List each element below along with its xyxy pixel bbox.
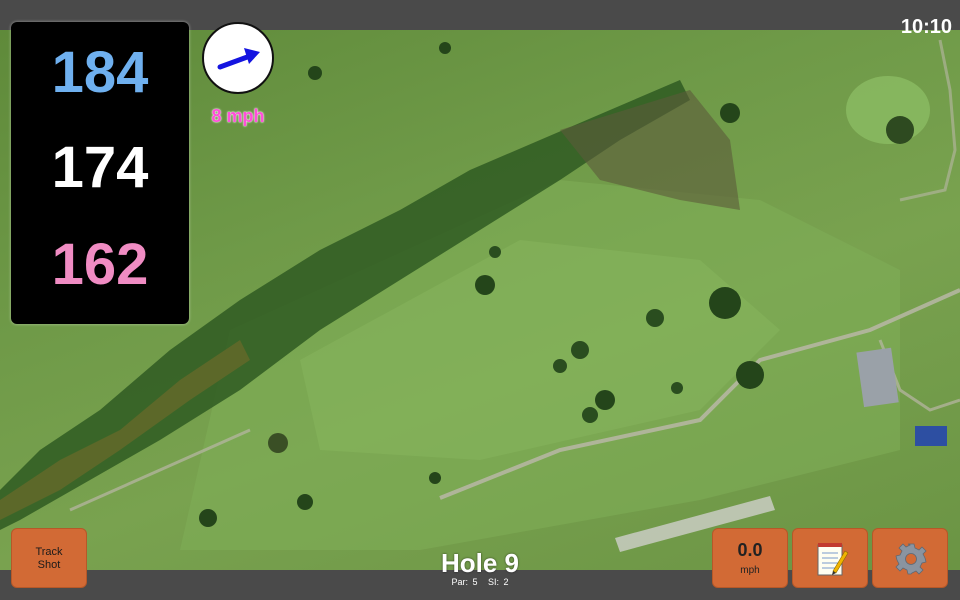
distance-panel: 184 174 162 [11, 22, 189, 324]
hole-par: Par: 5 [451, 577, 478, 587]
distance-back: 184 [51, 40, 149, 105]
distance-front: 162 [51, 232, 149, 297]
wind-direction-arrow-icon [217, 48, 260, 70]
wind-direction-indicator [202, 22, 274, 94]
wind-speed-button[interactable]: 0.0 mph [712, 528, 788, 588]
settings-button[interactable] [872, 528, 948, 588]
gear-icon [895, 543, 927, 575]
wind-button-value: 0.0 [737, 540, 763, 560]
notes-button[interactable] [792, 528, 868, 588]
track-shot-label-line1: Track [35, 546, 63, 558]
wind-speed-label: 8 mph [211, 106, 265, 126]
wind-button-unit: mph [740, 565, 760, 576]
distance-middle: 174 [51, 135, 149, 200]
hole-title: Hole 9 [440, 548, 520, 578]
hole-info: Par: 5 SI: 2 [380, 577, 580, 588]
track-shot-button[interactable]: Track Shot [11, 528, 87, 588]
track-shot-label-line2: Shot [37, 559, 61, 571]
notepad-icon [817, 543, 849, 576]
hole-stroke-index: SI: 2 [488, 577, 509, 587]
clock: 10:10 [900, 16, 952, 38]
